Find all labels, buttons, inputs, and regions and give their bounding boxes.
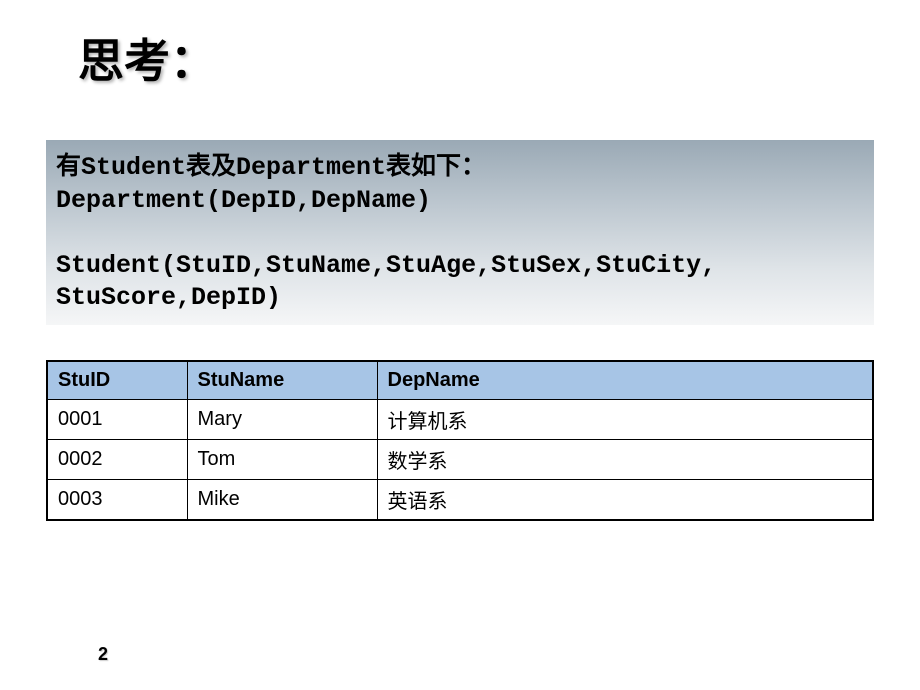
desc-line-2: Department(DepID,DepName): [56, 185, 864, 218]
cell-stuname: Mary: [187, 400, 377, 440]
table-row: 0003 Mike 英语系: [47, 480, 873, 521]
cell-depname: 数学系: [377, 440, 873, 480]
cell-stuid: 0002: [47, 440, 187, 480]
schema-description-box: 有Student表及Department表如下： Department(DepI…: [46, 140, 874, 325]
header-stuname: StuName: [187, 361, 377, 400]
table-row: 0002 Tom 数学系: [47, 440, 873, 480]
table-row: 0001 Mary 计算机系: [47, 400, 873, 440]
cell-depname: 英语系: [377, 480, 873, 521]
cell-stuname: Tom: [187, 440, 377, 480]
desc-line-1: 有Student表及Department表如下：: [56, 152, 864, 185]
desc-line-4: Student(StuID,StuName,StuAge,StuSex,StuC…: [56, 250, 864, 283]
cell-stuid: 0001: [47, 400, 187, 440]
slide-title: 思考：: [78, 25, 216, 91]
cell-depname: 计算机系: [377, 400, 873, 440]
page-number: 2: [98, 644, 108, 665]
desc-line-5: StuScore,DepID): [56, 282, 864, 315]
header-depname: DepName: [377, 361, 873, 400]
table-body: 0001 Mary 计算机系 0002 Tom 数学系 0003 Mike 英语…: [47, 400, 873, 521]
cell-stuid: 0003: [47, 480, 187, 521]
cell-stuname: Mike: [187, 480, 377, 521]
header-stuid: StuID: [47, 361, 187, 400]
student-dep-table: StuID StuName DepName 0001 Mary 计算机系 000…: [46, 360, 874, 521]
desc-line-3: [56, 217, 864, 250]
table-header-row: StuID StuName DepName: [47, 361, 873, 400]
